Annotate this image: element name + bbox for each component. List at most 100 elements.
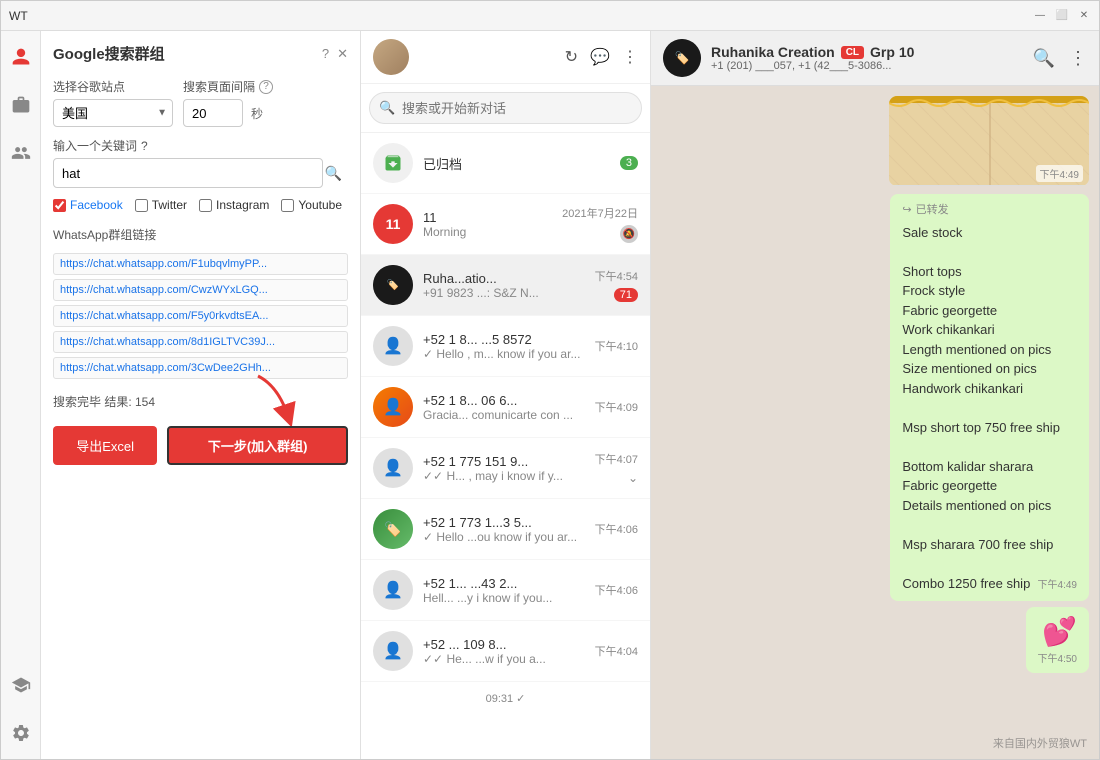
chat-item[interactable]: 🏷️ Ruha...atio... +91 9823 ...: S&Z N...…: [361, 255, 650, 316]
panel-header: Google搜索群组 ? ✕: [53, 43, 348, 64]
more-icon[interactable]: ⋮: [622, 47, 638, 67]
chat-item[interactable]: 🏷️ +52 1 773 1...3 5... ✓ Hello ...ou kn…: [361, 499, 650, 560]
link-item[interactable]: https://chat.whatsapp.com/3CwDee2GHh...: [53, 357, 348, 379]
archive-name: 已归档: [423, 154, 610, 173]
sidebar-item-graduation[interactable]: [5, 669, 37, 701]
chat-name: Ruha...atio...: [423, 271, 585, 286]
interval-help-icon[interactable]: ?: [259, 80, 273, 94]
keyword-label: 输入一个关键词 ?: [53, 137, 348, 154]
checkbox-twitter[interactable]: Twitter: [135, 198, 187, 212]
chat-meta: 下午4:10: [595, 338, 638, 354]
chat-list-panel: ↻ 💬 ⋮ 🔍 已归档 3: [361, 31, 651, 759]
keyword-input[interactable]: [53, 158, 323, 188]
chat-meta: 下午4:07 ⌄: [595, 451, 638, 485]
sidebar-item-profile[interactable]: [5, 41, 37, 73]
minimize-button[interactable]: —: [1033, 9, 1047, 23]
site-select[interactable]: 美国: [53, 99, 173, 127]
window-controls: — ⬜ ✕: [1033, 9, 1091, 23]
next-step-button[interactable]: 下一步(加入群组): [167, 426, 348, 465]
chat-name: +52 1 8... 06 6...: [423, 393, 585, 408]
chat-detail-panel: 🏷️ Ruhanika Creation CL Grp 10 +1 (201) …: [651, 31, 1099, 759]
chat-name: +52 1 773 1...3 5...: [423, 515, 585, 530]
interval-input[interactable]: [183, 99, 243, 127]
chat-avatar: 👤: [373, 387, 413, 427]
interval-group: 搜索頁面间隔 ? 秒: [183, 78, 273, 127]
chat-preview: Gracia... comunicarte con ...: [423, 408, 585, 422]
sidebar-item-briefcase[interactable]: [5, 89, 37, 121]
chat-meta: 2021年7月22日 🔕: [562, 205, 638, 243]
forward-label: ↪ 已转发: [902, 202, 1077, 219]
chat-preview: Hell... ...y i know if you...: [423, 591, 585, 605]
site-group: 选择谷歌站点 美国 ▼: [53, 78, 173, 127]
chat-detail-icons: 🔍 ⋮: [1033, 48, 1087, 69]
chat-icon[interactable]: 💬: [590, 47, 610, 67]
interval-label: 搜索頁面间隔 ?: [183, 78, 273, 95]
chat-search: 🔍: [361, 84, 650, 133]
chat-item[interactable]: 11 11 Morning 2021年7月22日 🔕: [361, 194, 650, 255]
chat-meta: 下午4:06: [595, 521, 638, 537]
chat-name: +52 1 8... ...5 8572: [423, 332, 585, 347]
sidebar-item-people[interactable]: [5, 137, 37, 169]
panel-header-icons: ? ✕: [322, 46, 348, 62]
chat-time: 2021年7月22日: [562, 205, 638, 221]
chat-item[interactable]: 👤 +52 1 775 151 9... ✓✓ H... , may i kno…: [361, 438, 650, 499]
chat-messages: 下午4:49 ↪ 已转发 Sale stock Short tops Frock: [651, 86, 1099, 759]
chat-item[interactable]: 👤 +52 ... 109 8... ✓✓ He... ...w if you …: [361, 621, 650, 682]
chat-name: 11: [423, 210, 552, 225]
chat-avatar: 👤: [373, 570, 413, 610]
image-bubble: 下午4:49: [889, 96, 1089, 186]
heart-message: 💕 下午4:50: [661, 607, 1089, 673]
interval-unit: 秒: [251, 105, 263, 122]
close-button[interactable]: ✕: [1077, 9, 1091, 23]
chat-time: 下午4:07: [595, 451, 638, 467]
chat-preview: Morning: [423, 225, 552, 239]
chat-header-icons: ↻ 💬 ⋮: [565, 47, 638, 67]
mute-icon: 🔕: [620, 225, 638, 243]
chat-detail-name: Ruhanika Creation CL Grp 10: [711, 44, 1023, 60]
chat-time: 下午4:06: [595, 582, 638, 598]
sidebar-item-settings[interactable]: [5, 717, 37, 749]
search-chat-icon[interactable]: 🔍: [1033, 48, 1055, 69]
bottom-time: 09:31 ✓: [361, 682, 650, 713]
refresh-icon[interactable]: ↻: [565, 47, 578, 67]
chat-time: 下午4:10: [595, 338, 638, 354]
chat-preview: ✓ Hello , m... know if you ar...: [423, 347, 585, 361]
chat-detail-sub: +1 (201) ___057, +1 (42___5-3086...: [711, 60, 1023, 72]
help-icon[interactable]: ?: [322, 46, 329, 62]
chat-item[interactable]: 👤 +52 1 8... ...5 8572 ✓ Hello , m... kn…: [361, 316, 650, 377]
action-buttons: 导出Excel 下一步(加入群组): [53, 426, 348, 465]
chat-detail-header: 🏷️ Ruhanika Creation CL Grp 10 +1 (201) …: [651, 31, 1099, 86]
chat-info: 11 Morning: [423, 210, 552, 239]
chat-time: 下午4:54: [595, 268, 638, 284]
export-excel-button[interactable]: 导出Excel: [53, 426, 157, 465]
chat-time: 下午4:09: [595, 399, 638, 415]
maximize-button[interactable]: ⬜: [1055, 9, 1069, 23]
checkbox-instagram[interactable]: Instagram: [199, 198, 269, 212]
link-item[interactable]: https://chat.whatsapp.com/CwzWYxLGQ...: [53, 279, 348, 301]
chat-avatar: 👤: [373, 631, 413, 671]
close-panel-icon[interactable]: ✕: [337, 46, 348, 62]
chat-preview: ✓✓ H... , may i know if y...: [423, 469, 585, 483]
site-interval-row: 选择谷歌站点 美国 ▼ 搜索頁面间隔 ?: [53, 78, 348, 127]
chat-item[interactable]: 👤 +52 1 8... 06 6... Gracia... comunicar…: [361, 377, 650, 438]
checkbox-youtube[interactable]: Youtube: [281, 198, 342, 212]
more-detail-icon[interactable]: ⋮: [1069, 48, 1087, 69]
link-item[interactable]: https://chat.whatsapp.com/F5y0rkvdtsEA..…: [53, 305, 348, 327]
chat-search-input[interactable]: [369, 92, 642, 124]
cl-badge: CL: [841, 46, 864, 59]
archive-item[interactable]: 已归档 3: [361, 133, 650, 194]
keyword-help-icon[interactable]: ?: [141, 139, 148, 153]
chat-meta: 下午4:04: [595, 643, 638, 659]
heart-bubble: 💕 下午4:50: [1026, 607, 1089, 673]
chat-name: +52 1... ...43 2...: [423, 576, 585, 591]
chat-avatar: 11: [373, 204, 413, 244]
chat-meta: 下午4:54 71: [595, 268, 638, 302]
keyword-search-icon[interactable]: 🔍: [325, 165, 342, 182]
chat-time: 下午4:04: [595, 643, 638, 659]
search-status: 搜索完毕 结果: 154: [53, 393, 348, 410]
image-time: 下午4:49: [1036, 165, 1083, 182]
link-item[interactable]: https://chat.whatsapp.com/F1ubqvlmyPP...: [53, 253, 348, 275]
chat-item[interactable]: 👤 +52 1... ...43 2... Hell... ...y i kno…: [361, 560, 650, 621]
checkbox-facebook[interactable]: Facebook: [53, 198, 123, 212]
link-item[interactable]: https://chat.whatsapp.com/8d1IGLTVC39J..…: [53, 331, 348, 353]
